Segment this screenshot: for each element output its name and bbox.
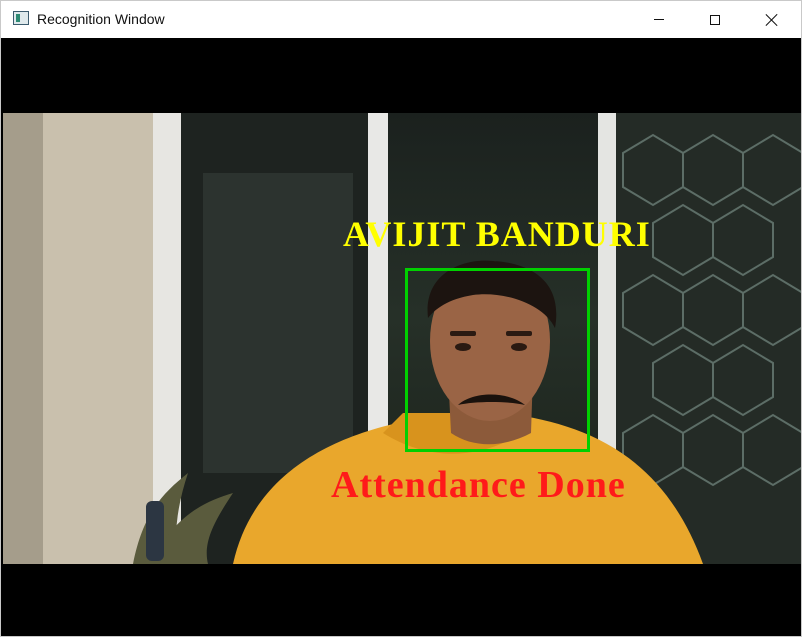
recognized-name-label: AVIJIT BANDURI bbox=[343, 214, 651, 254]
window-title: Recognition Window bbox=[37, 11, 165, 27]
letterbox-bottom bbox=[1, 564, 801, 636]
maximize-icon bbox=[710, 14, 720, 25]
minimize-icon bbox=[654, 19, 664, 20]
title-bar[interactable]: Recognition Window bbox=[1, 1, 801, 38]
app-icon bbox=[13, 11, 29, 25]
recognition-window: Recognition Window AVIJIT BANDURI Attend… bbox=[0, 0, 802, 637]
close-button[interactable] bbox=[749, 1, 795, 38]
letterbox-top bbox=[1, 38, 801, 113]
face-detection-box bbox=[405, 268, 590, 452]
maximize-button[interactable] bbox=[692, 1, 738, 38]
close-icon bbox=[765, 13, 779, 27]
minimize-button[interactable] bbox=[636, 1, 682, 38]
attendance-status-label: Attendance Done bbox=[331, 464, 626, 506]
